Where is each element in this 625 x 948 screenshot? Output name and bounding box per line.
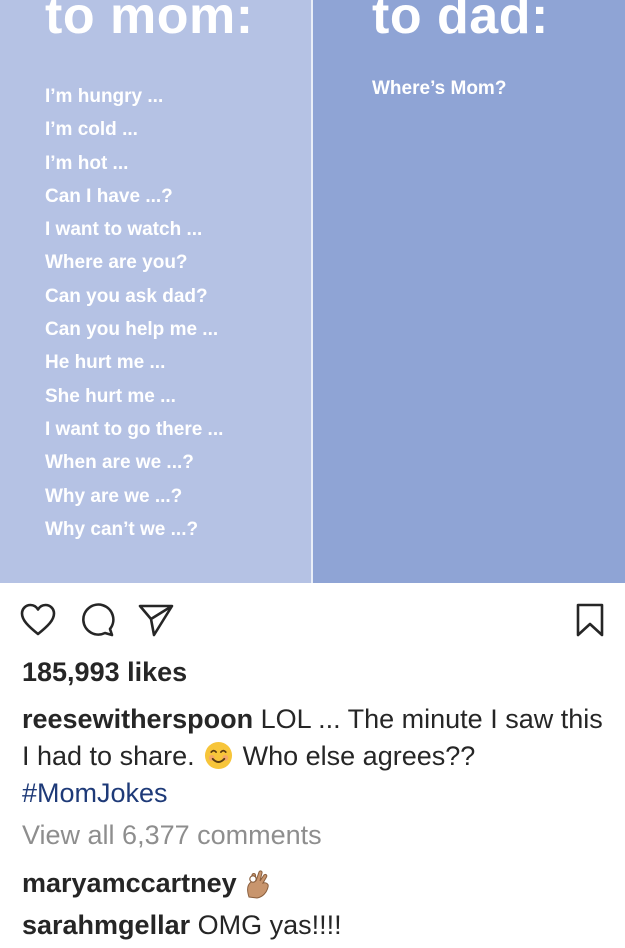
view-all-comments-link[interactable]: View all 6,377 comments <box>22 820 322 851</box>
post-image[interactable]: to mom: I’m hungry ... I’m cold ... I’m … <box>0 0 625 583</box>
caption-username[interactable]: reesewitherspoon <box>22 704 253 734</box>
mom-phrase: I want to watch ... <box>45 219 203 241</box>
mom-phrase: Where are you? <box>45 252 188 274</box>
share-icon[interactable] <box>136 598 176 642</box>
mom-phrase: I want to go there ... <box>45 418 224 440</box>
likes-count[interactable]: 185,993 likes <box>22 657 187 688</box>
ok-hand-emoji-icon <box>246 870 269 899</box>
dad-column: to dad: Where’s Mom? <box>313 0 625 583</box>
mom-phrase: Can I have ...? <box>45 185 173 207</box>
mom-phrase: I’m hungry ... <box>45 86 164 107</box>
mom-column: to mom: I’m hungry ... I’m cold ... I’m … <box>0 0 311 583</box>
mom-phrase: Can you help me ... <box>45 319 219 341</box>
comment-icon[interactable] <box>78 598 118 642</box>
mom-phrase: I’m cold ... <box>45 119 138 141</box>
comment-username[interactable]: sarahmgellar <box>22 910 190 940</box>
caption-text: Who else agrees?? <box>235 741 476 771</box>
mom-phrase: Can you ask dad? <box>45 285 208 307</box>
bookmark-icon[interactable] <box>570 598 610 642</box>
dad-phrase: Where’s Mom? <box>372 78 507 99</box>
caption: reesewitherspoon LOL ... The minute I sa… <box>22 701 612 812</box>
mom-phrase: Why are we ...? <box>45 485 183 507</box>
comment-username[interactable]: maryamccartney <box>22 868 237 898</box>
mom-phrase: I’m hot ... <box>45 152 129 174</box>
mom-phrase: He hurt me ... <box>45 352 166 374</box>
heart-icon[interactable] <box>18 598 58 642</box>
comment: sarahmgellar OMG yas!!!! <box>22 910 342 941</box>
mom-phrase: She hurt me ... <box>45 385 176 407</box>
mom-heading: to mom: <box>45 0 254 45</box>
smiling-face-emoji-icon <box>205 741 233 770</box>
comment-text: OMG yas!!!! <box>190 910 342 940</box>
dad-heading: to dad: <box>372 0 549 45</box>
action-bar <box>0 598 625 646</box>
mom-phrase-list: I’m hungry ... I’m cold ... I’m hot ... … <box>45 84 223 550</box>
caption-hashtag[interactable]: #MomJokes <box>22 778 168 808</box>
mom-phrase: Why can’t we ...? <box>45 518 199 540</box>
mom-phrase: When are we ...? <box>45 452 194 474</box>
comment: maryamccartney <box>22 867 273 899</box>
